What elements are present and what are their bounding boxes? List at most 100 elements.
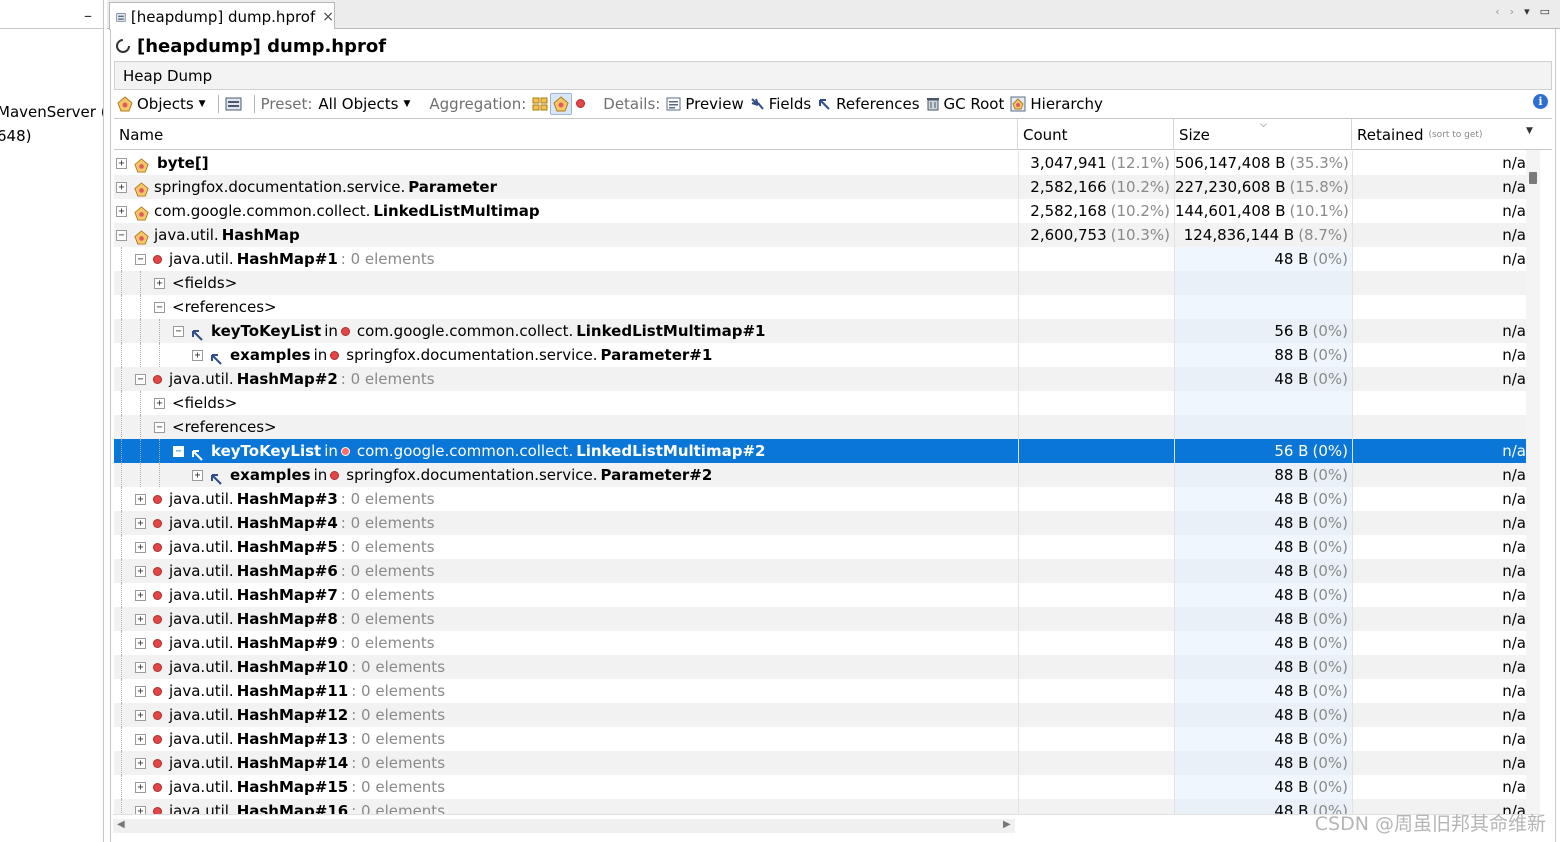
table-row[interactable]: + java.util. HashMap#14 : 0 elements 48 B (0… <box>114 751 1530 775</box>
preset-dropdown[interactable]: All Objects ▼ <box>318 95 410 113</box>
expand-icon[interactable]: + <box>192 349 203 361</box>
table-row[interactable]: + <fields> <box>114 391 1530 415</box>
left-panel-text-2[interactable]: 648) <box>0 127 31 145</box>
collapse-icon[interactable]: − <box>173 445 184 457</box>
expand-icon[interactable]: + <box>116 181 127 193</box>
expand-icon[interactable]: + <box>135 637 146 649</box>
collapse-icon[interactable]: − <box>116 229 127 241</box>
table-row[interactable]: + java.util. HashMap#3 : 0 elements 48 B (0%… <box>114 487 1530 511</box>
expand-icon[interactable]: + <box>135 661 146 673</box>
expand-icon[interactable]: + <box>135 565 146 577</box>
hierarchy-icon <box>1010 96 1026 111</box>
collapse-icon[interactable]: − <box>154 301 165 313</box>
instance-icon <box>153 662 162 672</box>
instance-name: HashMap#7 <box>236 586 338 604</box>
gc-root-button[interactable]: GC Root <box>926 95 1004 113</box>
fields-button[interactable]: Fields <box>750 95 811 113</box>
expand-icon[interactable]: + <box>154 397 165 409</box>
expand-icon[interactable]: + <box>154 277 165 289</box>
table-row[interactable]: + java.util. HashMap#7 : 0 elements 48 B (0%… <box>114 583 1530 607</box>
preset-value: All Objects <box>318 94 399 113</box>
expand-icon[interactable]: + <box>135 613 146 625</box>
expand-icon[interactable]: + <box>135 781 146 793</box>
heapdump-file-icon <box>116 12 126 22</box>
vertical-scrollbar[interactable] <box>1526 150 1540 814</box>
expand-icon[interactable]: + <box>192 469 203 481</box>
tree-line <box>121 247 122 271</box>
divider <box>0 28 103 29</box>
preview-button[interactable]: Preview <box>666 95 744 113</box>
column-header-name[interactable]: Name <box>114 119 1018 150</box>
table-row[interactable]: − java.util. HashMap 2,600,753 (10.3%) 124,83… <box>114 223 1530 247</box>
table-row[interactable]: + java.util. HashMap#5 : 0 elements 48 B (0%… <box>114 535 1530 559</box>
table-row[interactable]: − keyToKeyList in com.google.common.colle… <box>114 439 1530 463</box>
scroll-left-icon[interactable]: ◀ <box>117 819 125 830</box>
table-row[interactable]: + com.google.common.collect. LinkedListMul… <box>114 199 1530 223</box>
collapse-icon[interactable]: − <box>135 373 146 385</box>
column-menu-icon[interactable]: ▼ <box>1526 126 1533 136</box>
table-row[interactable]: − keyToKeyList in com.google.common.colle… <box>114 319 1530 343</box>
expand-icon[interactable]: + <box>135 757 146 769</box>
objects-label: Objects <box>137 94 194 113</box>
table-row[interactable]: + examples in springfox.documentation.ser… <box>114 343 1530 367</box>
table-row[interactable]: + java.util. HashMap#9 : 0 elements 48 B (0%… <box>114 631 1530 655</box>
table-row[interactable]: − java.util. HashMap#1 : 0 elements 48 B (0%… <box>114 247 1530 271</box>
hierarchy-button[interactable]: Hierarchy <box>1010 95 1103 113</box>
scrollbar-thumb[interactable] <box>1529 172 1537 184</box>
collapse-icon[interactable]: − <box>154 421 165 433</box>
table-row[interactable]: + java.util. HashMap#10 : 0 elements 48 B (0… <box>114 655 1530 679</box>
count-cell <box>1018 439 1174 463</box>
collapse-icon[interactable]: − <box>173 325 184 337</box>
objects-dropdown[interactable]: Objects ▼ <box>117 95 206 113</box>
table-row[interactable]: − <references> <box>114 295 1530 319</box>
size-percent: (10.1%) <box>1289 202 1349 220</box>
table-row[interactable]: + java.util. HashMap#13 : 0 elements 48 B (0… <box>114 727 1530 751</box>
scroll-right-icon[interactable]: › <box>1510 5 1514 18</box>
maximize-icon[interactable]: ▭ <box>1540 5 1550 18</box>
table-row[interactable]: + byte[] 3,047,941 (12.1%) 506,147,408 B (35.… <box>114 151 1530 175</box>
table-row[interactable]: + java.util. HashMap#8 : 0 elements 48 B (0%… <box>114 607 1530 631</box>
close-icon[interactable]: × <box>322 9 334 25</box>
tab-heapdump[interactable]: [heapdump] dump.hprof × <box>109 2 335 30</box>
expand-icon[interactable]: + <box>135 733 146 745</box>
table-row[interactable]: + springfox.documentation.service. Paramet… <box>114 175 1530 199</box>
expand-icon[interactable]: + <box>116 157 127 169</box>
expand-icon[interactable]: + <box>135 709 146 721</box>
expand-icon[interactable]: + <box>135 589 146 601</box>
table-row[interactable]: − <references> <box>114 415 1530 439</box>
table-row[interactable]: − java.util. HashMap#2 : 0 elements 48 B (0%… <box>114 367 1530 391</box>
retained-cell: n/a <box>1352 535 1530 559</box>
table-row[interactable]: + java.util. HashMap#12 : 0 elements 48 B (0… <box>114 703 1530 727</box>
table-row[interactable]: + java.util. HashMap#4 : 0 elements 48 B (0%… <box>114 511 1530 535</box>
retained-cell: n/a <box>1352 727 1530 751</box>
tab-menu-icon[interactable]: ▾ <box>1524 5 1530 18</box>
table-row[interactable]: + java.util. HashMap#6 : 0 elements 48 B (0%… <box>114 559 1530 583</box>
count-cell <box>1018 463 1174 487</box>
snapshot-button[interactable] <box>225 96 242 112</box>
scroll-left-icon[interactable]: ‹ <box>1495 5 1499 18</box>
table-row[interactable]: + examples in springfox.documentation.ser… <box>114 463 1530 487</box>
scroll-right-icon[interactable]: ▶ <box>1003 819 1011 830</box>
expand-icon[interactable]: + <box>135 541 146 553</box>
scrollbar-track[interactable] <box>113 819 1015 833</box>
aggregation-instances-button[interactable] <box>576 99 589 108</box>
count-cell <box>1018 655 1174 679</box>
column-header-count[interactable]: Count <box>1018 119 1174 150</box>
expand-icon[interactable]: + <box>135 685 146 697</box>
collapse-icon[interactable]: − <box>135 253 146 265</box>
table-row[interactable]: + java.util. HashMap#11 : 0 elements 48 B (0… <box>114 679 1530 703</box>
expand-icon[interactable]: + <box>116 205 127 217</box>
aggregation-packages-button[interactable] <box>532 97 548 111</box>
expand-icon[interactable]: + <box>135 517 146 529</box>
references-button[interactable]: References <box>817 95 920 113</box>
table-row[interactable]: + <fields> <box>114 271 1530 295</box>
left-panel-text-1[interactable]: MavenServer (p <box>0 103 103 121</box>
aggregation-classes-toggle[interactable] <box>550 92 573 115</box>
table-row[interactable]: + java.util. HashMap#15 : 0 elements 48 B (0… <box>114 775 1530 799</box>
expand-icon[interactable]: + <box>135 493 146 505</box>
info-icon[interactable]: i <box>1533 94 1548 109</box>
instance-icon <box>153 710 162 720</box>
instance-icon <box>153 734 162 744</box>
minimize-button[interactable]: – <box>84 6 92 25</box>
column-header-retained[interactable]: Retained (sort to get) <box>1352 119 1530 150</box>
